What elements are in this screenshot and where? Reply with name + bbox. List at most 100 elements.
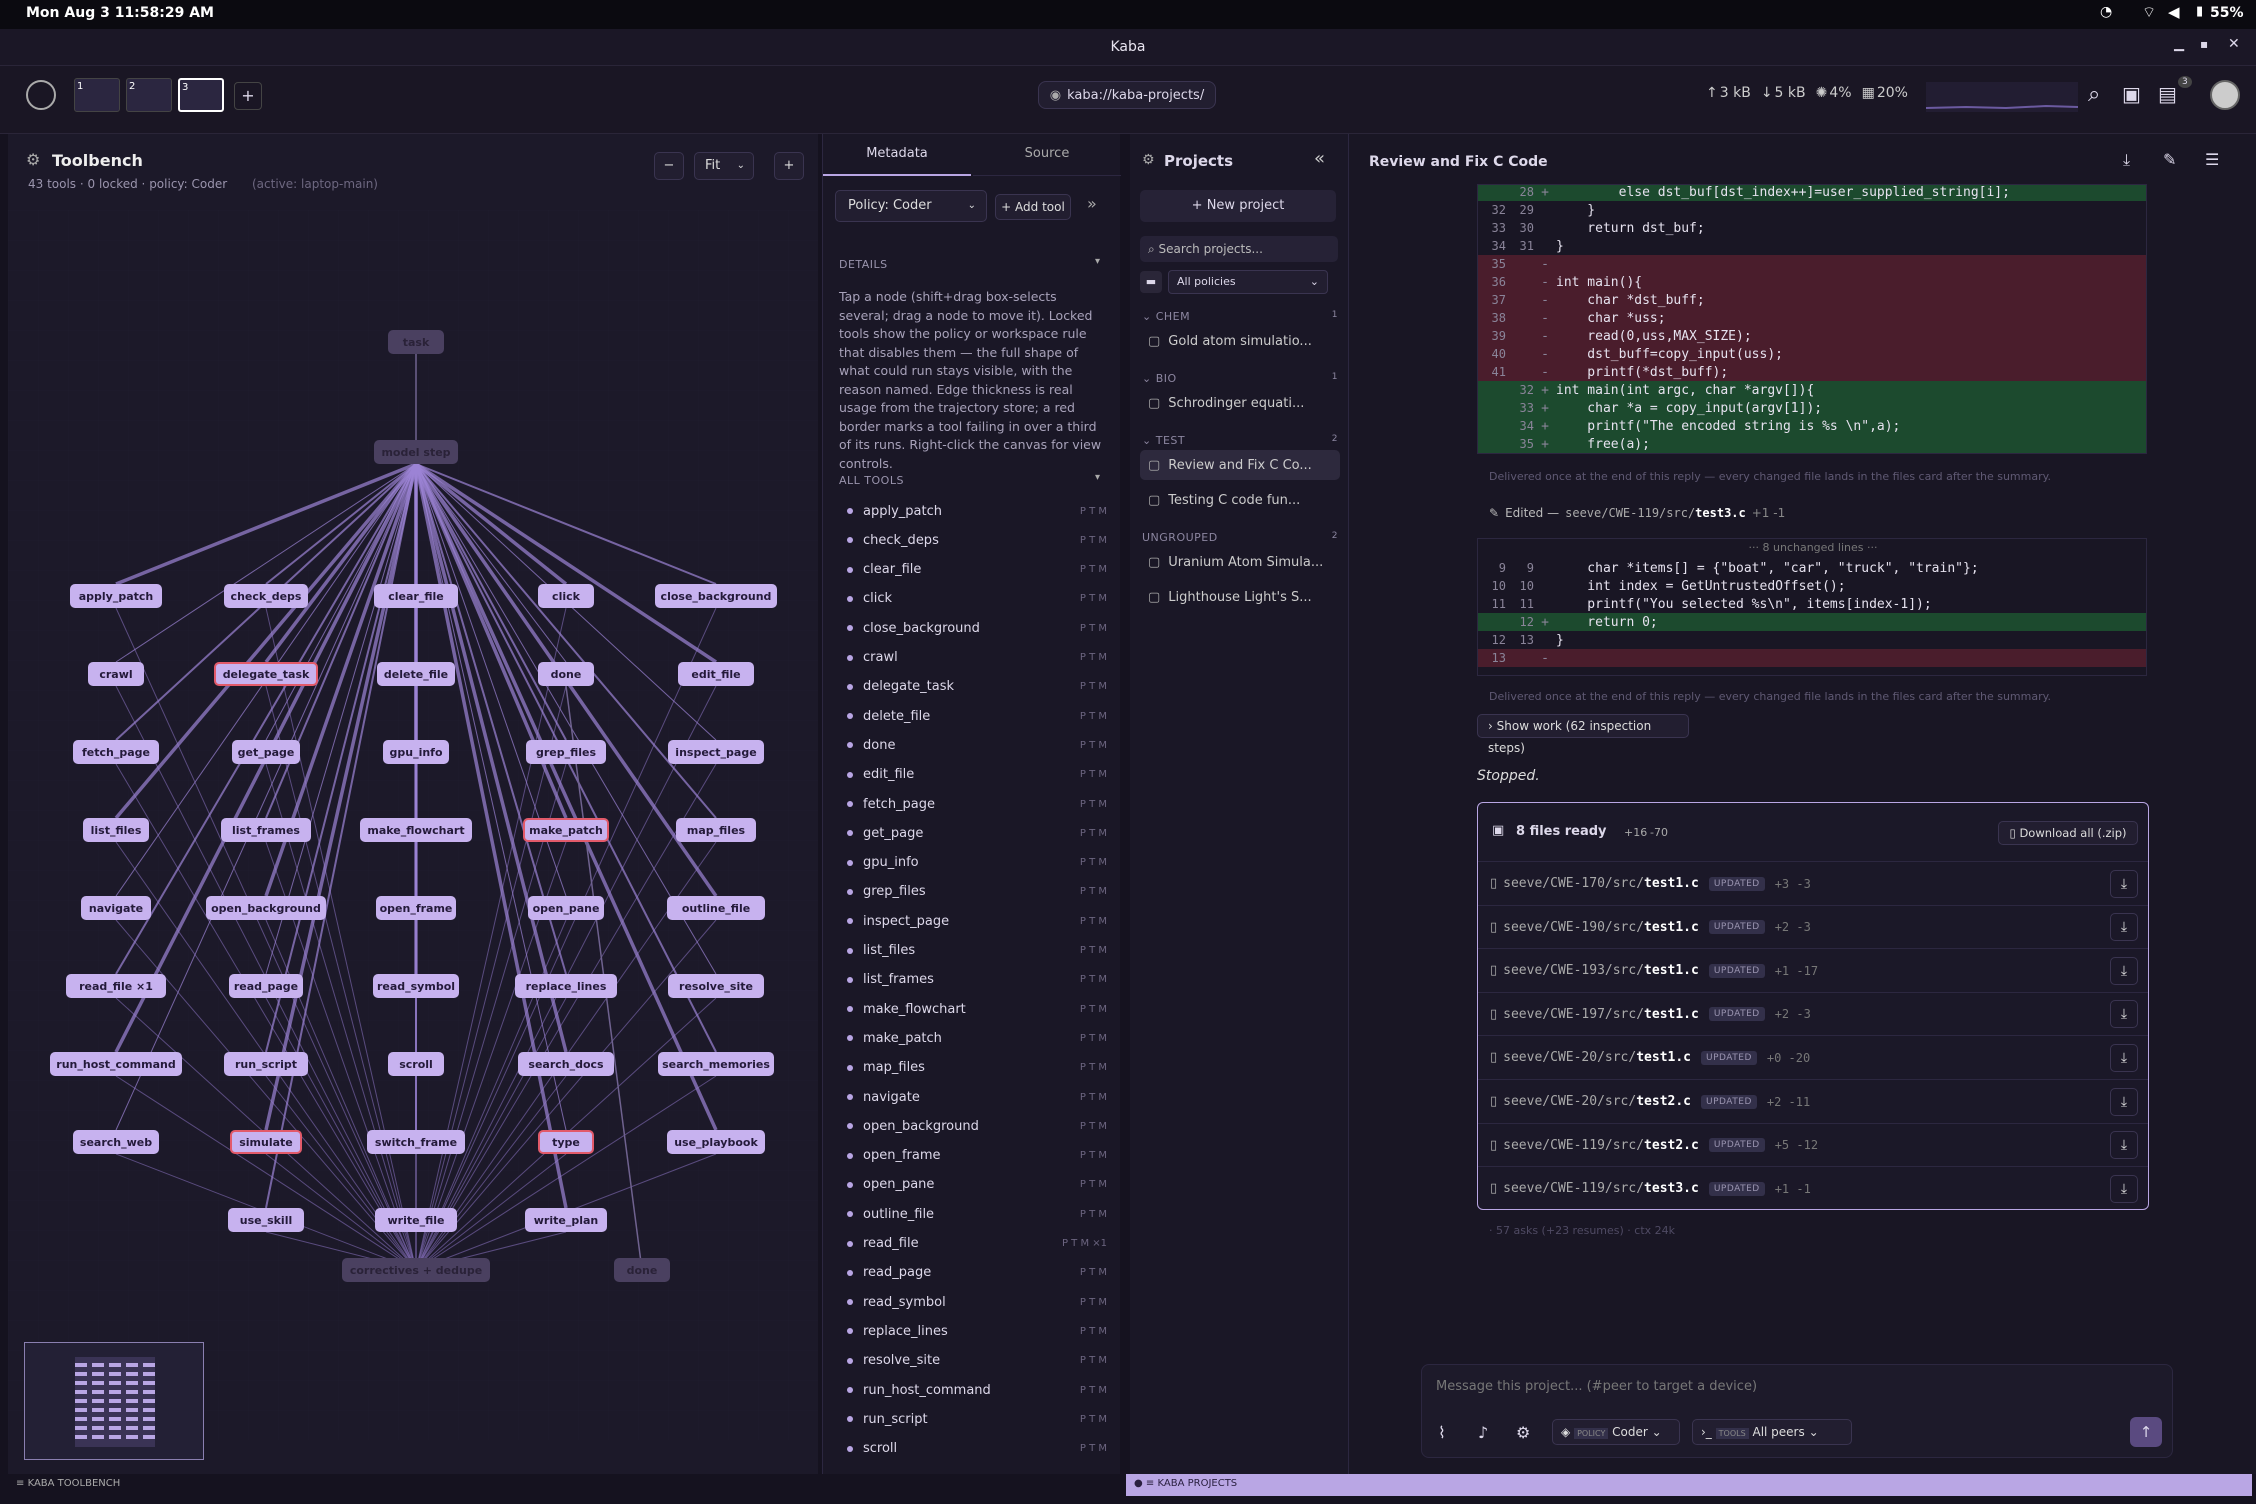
- graph-node[interactable]: apply_patch: [70, 584, 162, 608]
- graph-node[interactable]: get_page: [232, 740, 300, 764]
- graph-node[interactable]: write_plan: [525, 1208, 607, 1232]
- tool-list-item[interactable]: edit_file P T M: [847, 765, 1107, 785]
- graph-node[interactable]: clear_file: [374, 584, 458, 608]
- graph-node[interactable]: run_script: [224, 1052, 308, 1076]
- tool-list-item[interactable]: inspect_page P T M: [847, 911, 1107, 931]
- model-step-node[interactable]: model step: [374, 440, 458, 464]
- search-icon[interactable]: ⌕: [2088, 82, 2100, 107]
- message-input[interactable]: Message this project... (#peer to target…: [1436, 1379, 2156, 1394]
- download-file-button[interactable]: ⤓: [2110, 956, 2138, 985]
- tab-metadata[interactable]: Metadata: [823, 134, 971, 176]
- file-row[interactable]: ▯ seeve/CWE-119/src/test2.c UPDATED +5 -12 ⤓: [1478, 1122, 2148, 1167]
- toolbench-canvas[interactable]: apply_patch check_deps clear_file click clos…: [8, 210, 818, 1440]
- file-row[interactable]: ▯ seeve/CWE-20/src/test2.c UPDATED +2 -11 ⤓: [1478, 1079, 2148, 1123]
- graph-node[interactable]: switch_frame: [367, 1130, 465, 1154]
- project-item[interactable]: ▢ Testing C code fun...: [1140, 485, 1340, 515]
- volume-icon[interactable]: ◀: [2168, 3, 2180, 21]
- graph-node[interactable]: close_background: [655, 584, 777, 608]
- tool-list-item[interactable]: clear_file P T M: [847, 560, 1107, 580]
- tool-list-item[interactable]: read_symbol P T M: [847, 1292, 1107, 1312]
- tool-list-item[interactable]: open_background P T M: [847, 1116, 1107, 1136]
- correctives-node[interactable]: correctives + dedupe: [342, 1258, 490, 1282]
- graph-node[interactable]: open_background: [206, 896, 326, 920]
- collapse-right-icon[interactable]: »: [1087, 194, 1097, 213]
- graph-node[interactable]: delete_file: [377, 662, 455, 686]
- tool-list-item[interactable]: get_page P T M: [847, 823, 1107, 843]
- minimap[interactable]: [24, 1342, 204, 1460]
- download-all-button[interactable]: ▯ Download all (.zip): [1998, 821, 2138, 845]
- battery-icon[interactable]: ▮: [2196, 4, 2203, 19]
- project-group-header[interactable]: ⌄ BIO 1: [1142, 372, 1338, 385]
- project-item[interactable]: ▢ Uranium Atom Simula...: [1140, 547, 1340, 577]
- mic-icon[interactable]: ♪: [1478, 1423, 1488, 1442]
- graph-node[interactable]: gpu_info: [383, 740, 449, 764]
- workspace-thumb-3[interactable]: 3: [178, 78, 224, 112]
- graph-node[interactable]: write_file: [375, 1208, 457, 1232]
- project-group-header[interactable]: ⌄ TEST 2: [1142, 434, 1338, 447]
- file-row[interactable]: ▯ seeve/CWE-190/src/test1.c UPDATED +2 -3 ⤓: [1478, 904, 2148, 949]
- project-group-header[interactable]: UNGROUPED 2: [1142, 531, 1338, 544]
- user-avatar[interactable]: [2210, 80, 2240, 110]
- graph-node[interactable]: map_files: [676, 818, 756, 842]
- file-row[interactable]: ▯ seeve/CWE-119/src/test3.c UPDATED +1 -1 ⤓: [1478, 1166, 2148, 1210]
- show-work-button[interactable]: › Show work (62 inspection steps): [1477, 714, 1689, 755]
- details-toggle-icon[interactable]: ▾: [1095, 256, 1100, 267]
- graph-node[interactable]: search_web: [73, 1130, 159, 1154]
- tool-list-item[interactable]: close_background P T M: [847, 618, 1107, 638]
- graph-node[interactable]: resolve_site: [668, 974, 764, 998]
- graph-node[interactable]: list_files: [83, 818, 149, 842]
- zoom-out-button[interactable]: −: [654, 152, 684, 180]
- graph-node[interactable]: delegate_task: [214, 662, 318, 686]
- tool-list-item[interactable]: click P T M: [847, 589, 1107, 609]
- url-bar[interactable]: ◉ kaba://kaba-projects/: [1038, 81, 1216, 109]
- tool-list-item[interactable]: outline_file P T M: [847, 1204, 1107, 1224]
- graph-node[interactable]: outline_file: [667, 896, 765, 920]
- attach-icon[interactable]: ⌇: [1438, 1423, 1446, 1442]
- tool-list-item[interactable]: navigate P T M: [847, 1087, 1107, 1107]
- task-node[interactable]: task: [388, 330, 444, 354]
- graph-node[interactable]: read_page: [229, 974, 303, 998]
- add-tool-button[interactable]: + Add tool: [995, 194, 1071, 220]
- tool-list-item[interactable]: list_files P T M: [847, 941, 1107, 961]
- tool-list-item[interactable]: open_pane P T M: [847, 1175, 1107, 1195]
- graph-node[interactable]: open_pane: [528, 896, 604, 920]
- graph-node[interactable]: grep_files: [526, 740, 606, 764]
- pin-icon[interactable]: ✎: [2163, 150, 2176, 169]
- tool-list-item[interactable]: delegate_task P T M: [847, 677, 1107, 697]
- graph-node[interactable]: fetch_page: [73, 740, 159, 764]
- graph-node[interactable]: list_frames: [221, 818, 311, 842]
- download-file-button[interactable]: ⤓: [2110, 1043, 2138, 1072]
- tool-list-item[interactable]: fetch_page P T M: [847, 794, 1107, 814]
- image-icon[interactable]: ▣: [2122, 82, 2141, 106]
- tool-list-item[interactable]: run_script P T M: [847, 1409, 1107, 1429]
- tool-list-item[interactable]: crawl P T M: [847, 648, 1107, 668]
- download-file-button[interactable]: ⤓: [2110, 1000, 2138, 1029]
- graph-node[interactable]: open_frame: [376, 896, 456, 920]
- graph-node[interactable]: simulate: [230, 1130, 302, 1154]
- graph-node[interactable]: read_symbol: [373, 974, 459, 998]
- tool-list-item[interactable]: map_files P T M: [847, 1058, 1107, 1078]
- project-item[interactable]: ▢ Schrodinger equati...: [1140, 388, 1340, 418]
- graph-node[interactable]: check_deps: [224, 584, 308, 608]
- download-file-button[interactable]: ⤓: [2110, 1131, 2138, 1160]
- download-file-button[interactable]: ⤓: [2110, 869, 2138, 898]
- tool-list-item[interactable]: delete_file P T M: [847, 706, 1107, 726]
- graph-node[interactable]: crawl: [88, 662, 144, 686]
- graph-node[interactable]: use_playbook: [667, 1130, 765, 1154]
- notification-icon[interactable]: ◔: [2100, 4, 2112, 20]
- graph-node[interactable]: edit_file: [678, 662, 754, 686]
- file-row[interactable]: ▯ seeve/CWE-197/src/test1.c UPDATED +2 -3 ⤓: [1478, 991, 2148, 1036]
- graph-node[interactable]: use_skill: [228, 1208, 304, 1232]
- tool-list-item[interactable]: scroll P T M: [847, 1439, 1107, 1459]
- settings-sliders-icon[interactable]: ☰: [2205, 150, 2219, 169]
- graph-node[interactable]: scroll: [388, 1052, 444, 1076]
- graph-node[interactable]: done: [538, 662, 594, 686]
- workspace-thumb-2[interactable]: 2: [126, 78, 172, 112]
- tasks-icon[interactable]: ▤: [2158, 82, 2177, 106]
- tool-list-item[interactable]: replace_lines P T M: [847, 1321, 1107, 1341]
- project-item[interactable]: ▢ Review and Fix C Co...: [1140, 450, 1340, 480]
- search-projects-input[interactable]: ⌕ Search projects...: [1140, 236, 1338, 262]
- add-workspace-button[interactable]: +: [234, 82, 262, 110]
- download-file-button[interactable]: ⤓: [2110, 1087, 2138, 1116]
- graph-node[interactable]: type: [538, 1130, 594, 1154]
